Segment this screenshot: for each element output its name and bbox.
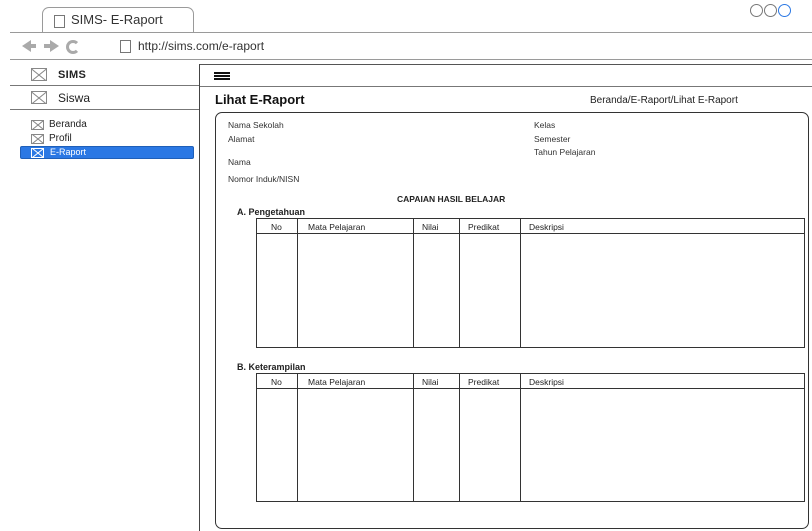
user-placeholder-icon bbox=[31, 91, 47, 104]
brand-label: SIMS bbox=[58, 69, 87, 81]
label-semester: Semester bbox=[534, 134, 571, 144]
window-button-icon[interactable] bbox=[764, 4, 777, 17]
address-bar: http://sims.com/e-raport bbox=[10, 32, 812, 60]
hamburger-menu-icon[interactable] bbox=[214, 72, 230, 80]
page-icon bbox=[120, 40, 131, 53]
window-controls bbox=[750, 4, 791, 20]
table-pengetahuan: No Mata Pelajaran Nilai Predikat Deskrip… bbox=[256, 218, 805, 348]
browser-tab[interactable]: SIMS- E-Raport bbox=[42, 7, 194, 33]
url-field[interactable]: http://sims.com/e-raport bbox=[138, 39, 264, 53]
sidebar-section-siswa[interactable]: Siswa bbox=[10, 86, 199, 110]
window-button-icon[interactable] bbox=[750, 4, 763, 17]
logo-placeholder-icon bbox=[31, 68, 47, 81]
column-header-predikat: Predikat bbox=[468, 377, 500, 387]
column-header-mata-pelajaran: Mata Pelajaran bbox=[308, 222, 366, 232]
subheading-keterampilan: B. Keterampilan bbox=[237, 362, 306, 372]
label-kelas: Kelas bbox=[534, 120, 556, 130]
tab-title: SIMS- E-Raport bbox=[71, 12, 163, 27]
section-title-capaian: CAPAIAN HASIL BELAJAR bbox=[397, 194, 506, 204]
sidebar: SIMS Siswa Beranda Profil E-Raport bbox=[10, 64, 200, 531]
column-header-nilai: Nilai bbox=[422, 377, 439, 387]
sidebar-item-e-raport[interactable]: E-Raport bbox=[20, 146, 194, 159]
column-header-no: No bbox=[271, 377, 282, 387]
label-alamat: Alamat bbox=[228, 134, 255, 144]
column-header-mata-pelajaran: Mata Pelajaran bbox=[308, 377, 366, 387]
label-nama-sekolah: Nama Sekolah bbox=[228, 120, 284, 130]
back-arrow-icon[interactable] bbox=[30, 44, 36, 48]
page-icon bbox=[54, 15, 65, 28]
reload-icon[interactable] bbox=[66, 40, 80, 54]
window-button-icon[interactable] bbox=[778, 4, 791, 17]
sidebar-item-profil[interactable]: Profil bbox=[10, 132, 199, 146]
sidebar-item-label: Beranda bbox=[49, 119, 87, 130]
page-title: Lihat E-Raport bbox=[215, 92, 305, 107]
sidebar-item-beranda[interactable]: Beranda bbox=[10, 118, 199, 132]
column-header-predikat: Predikat bbox=[468, 222, 500, 232]
sidebar-section-label: Siswa bbox=[58, 91, 91, 105]
header-divider bbox=[200, 86, 812, 87]
table-keterampilan: No Mata Pelajaran Nilai Predikat Deskrip… bbox=[256, 373, 805, 502]
forward-arrow-icon[interactable] bbox=[50, 40, 59, 52]
report-placeholder-icon bbox=[31, 148, 44, 158]
breadcrumb[interactable]: Beranda/E-Raport/Lihat E-Raport bbox=[590, 95, 738, 106]
home-placeholder-icon bbox=[31, 120, 44, 130]
column-header-deskripsi: Deskripsi bbox=[529, 377, 564, 387]
column-header-nilai: Nilai bbox=[422, 222, 439, 232]
label-tahun-pelajaran: Tahun Pelajaran bbox=[534, 147, 596, 157]
profile-placeholder-icon bbox=[31, 134, 44, 144]
sidebar-item-label: Profil bbox=[49, 133, 72, 144]
label-nisn: Nomor Induk/NISN bbox=[228, 174, 300, 184]
sidebar-brand-row[interactable]: SIMS bbox=[10, 64, 199, 86]
subheading-pengetahuan: A. Pengetahuan bbox=[237, 207, 306, 217]
sidebar-item-label: E-Raport bbox=[50, 147, 87, 157]
column-header-deskripsi: Deskripsi bbox=[529, 222, 564, 232]
column-header-no: No bbox=[271, 222, 282, 232]
label-nama: Nama bbox=[228, 157, 251, 167]
